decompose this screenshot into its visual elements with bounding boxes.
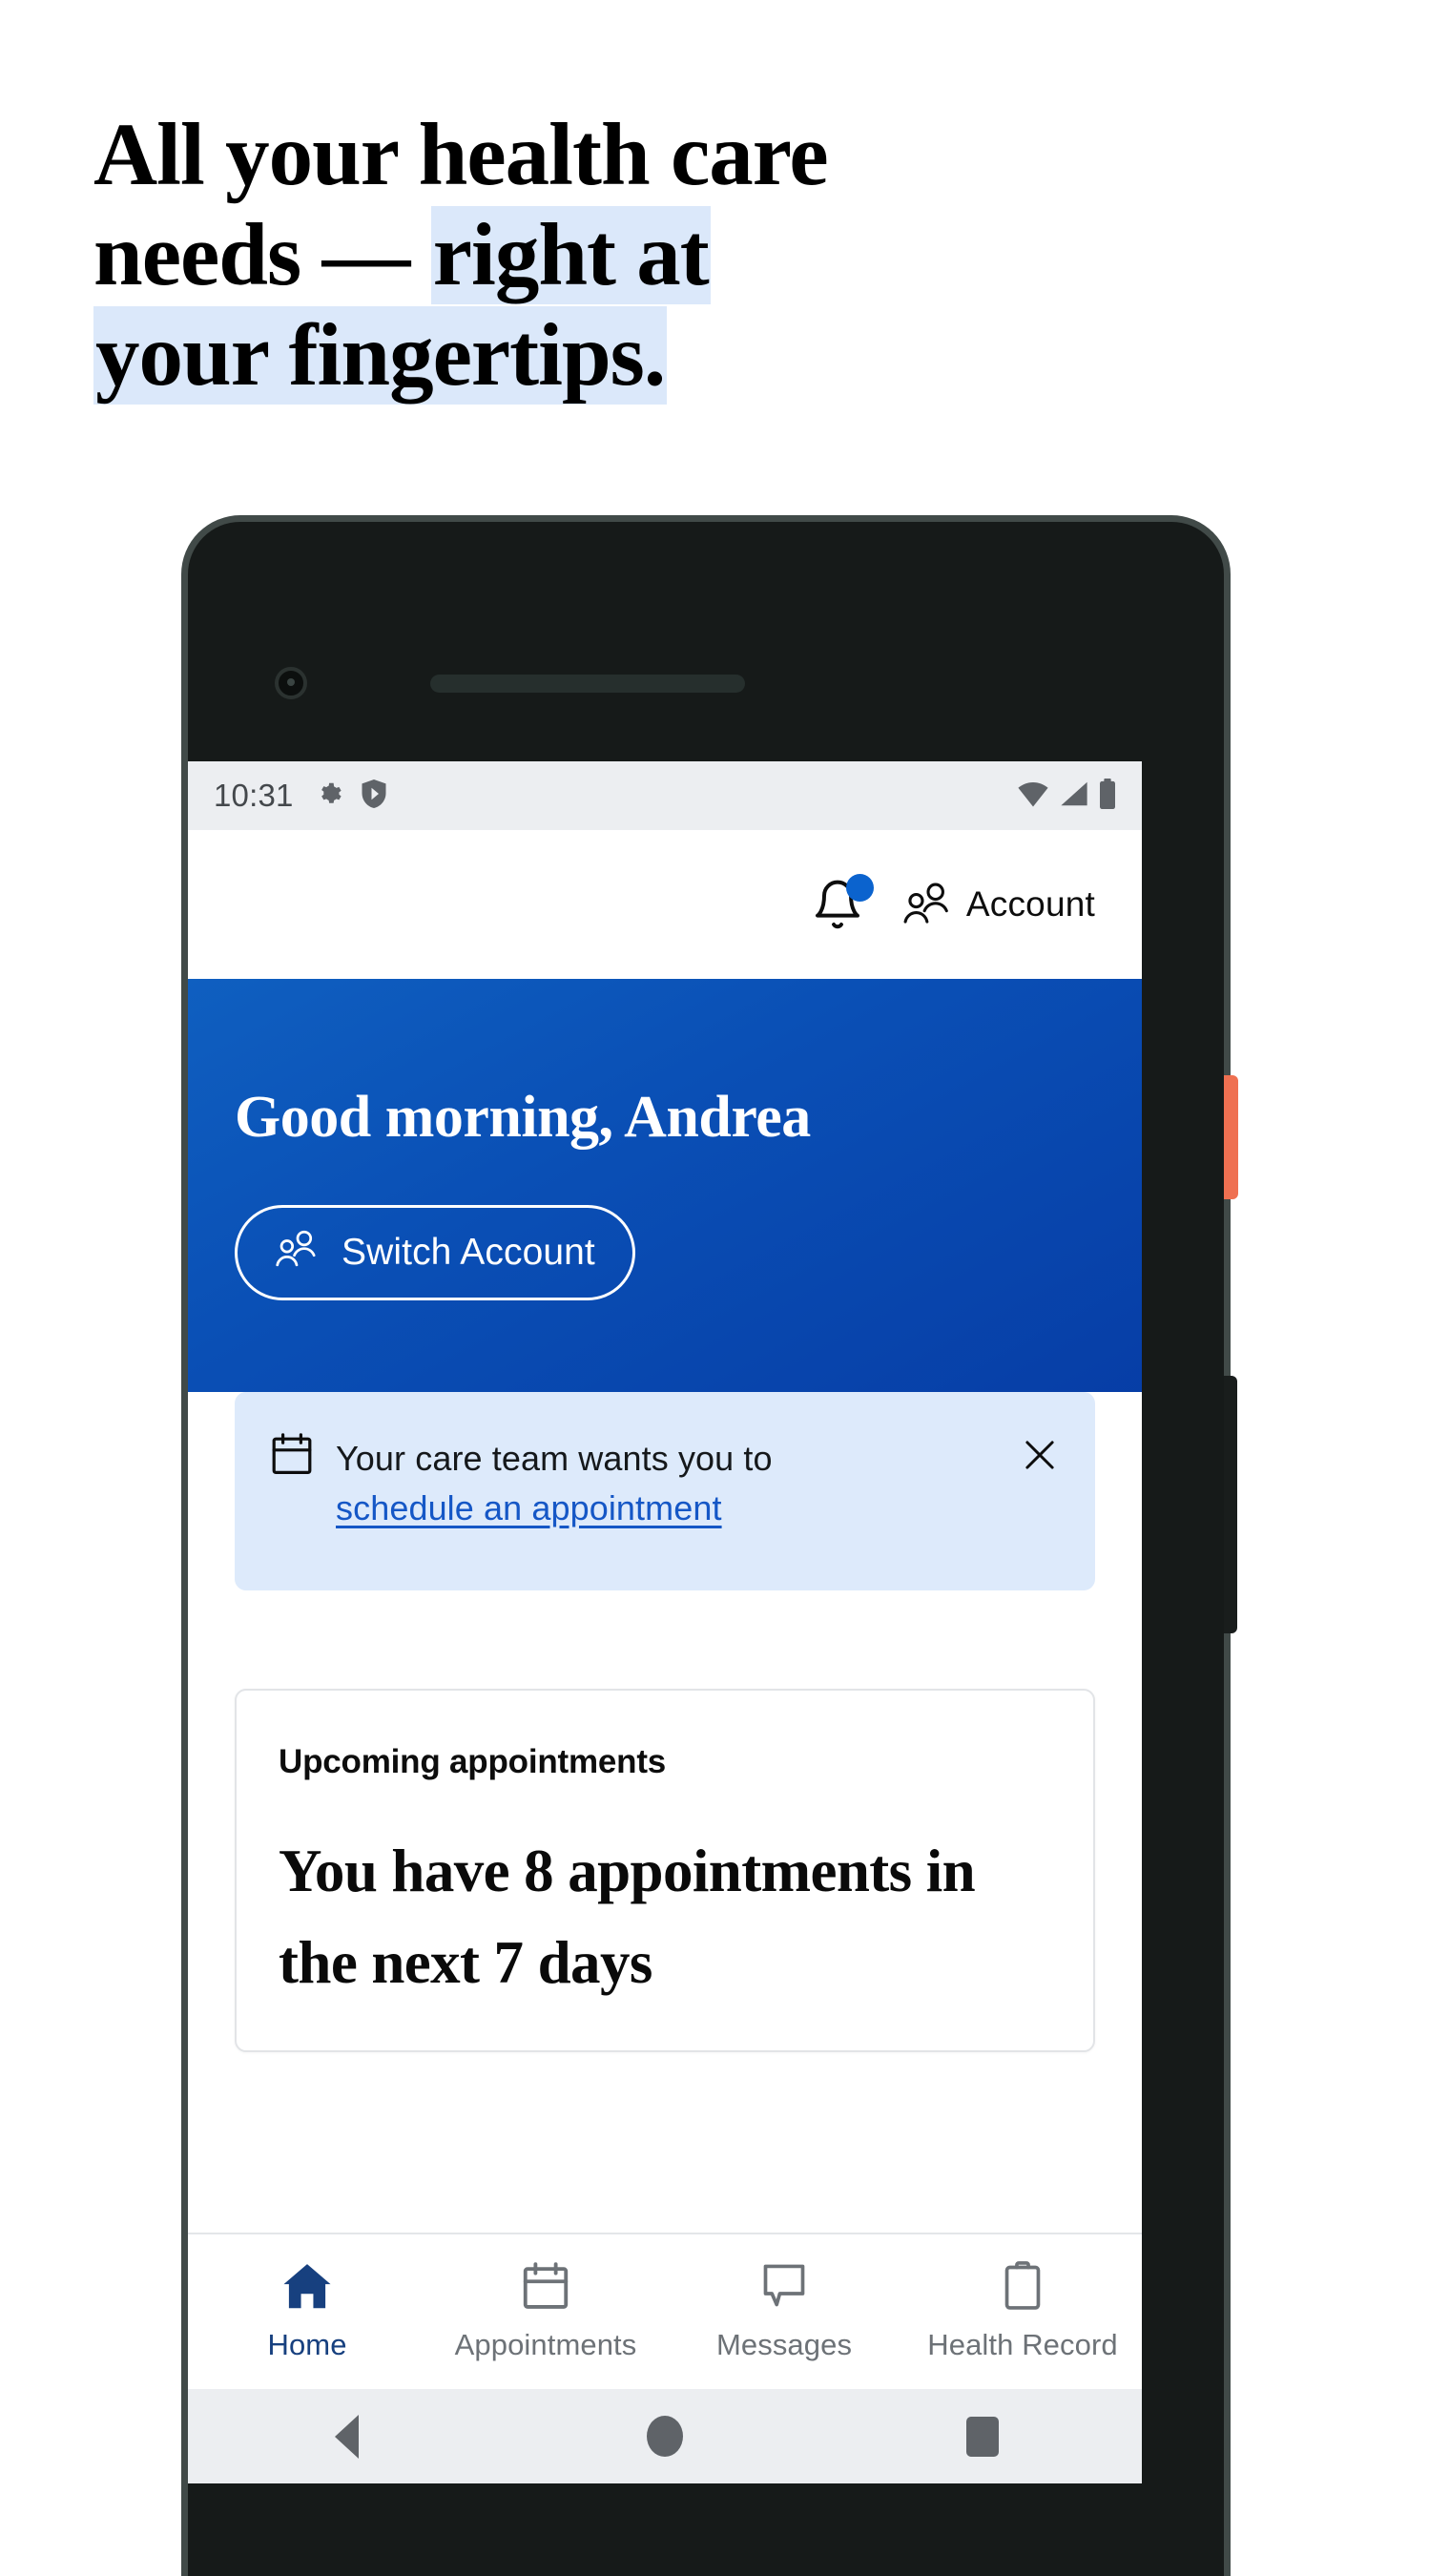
nav-item-appointments[interactable]: Appointments [426,2261,665,2362]
close-icon [1020,1435,1060,1480]
calendar-icon [271,1432,313,1481]
nav-label-home: Home [267,2328,347,2361]
people-icon [902,880,954,930]
shield-icon [361,779,387,813]
wifi-icon [1017,779,1049,813]
notification-badge-dot [845,874,874,902]
care-team-banner: Your care team wants you to schedule an … [235,1392,1095,1590]
front-camera-icon [275,667,307,699]
app-top-bar: Account [188,830,1142,979]
banner-message: Your care team wants you to [336,1439,773,1478]
headline-line-2-plain: needs — [93,206,431,304]
back-triangle-icon [335,2414,360,2459]
phone-screen: 10:31 Account Good morning, Andrea Switc… [188,761,1142,2483]
headline-line-3: your fingertips. [93,305,1095,405]
headline-line-1: All your health care [93,106,829,204]
android-recents-button[interactable] [824,2416,1142,2457]
switch-account-label: Switch Account [342,1232,595,1273]
power-button[interactable] [1224,1075,1238,1199]
upcoming-appointments-card[interactable]: Upcoming appointments You have 8 appoint… [235,1689,1095,2052]
android-home-button[interactable] [506,2416,823,2457]
people-icon [275,1228,321,1278]
home-icon [281,2261,333,2316]
calendar-icon [522,2261,569,2316]
android-navigation-bar [188,2389,1142,2483]
status-bar-time: 10:31 [214,778,294,813]
android-back-button[interactable] [188,2414,506,2459]
battery-icon [1099,778,1116,814]
earpiece-speaker [430,675,745,693]
cell-signal-icon [1060,779,1088,813]
clipboard-icon [1001,2261,1045,2316]
bell-icon [811,880,864,935]
volume-rocker-button[interactable] [1224,1376,1237,1633]
promo-headline: All your health care needs — right at yo… [93,105,1095,405]
nav-item-home[interactable]: Home [188,2261,426,2362]
nav-item-health-record[interactable]: Health Record [903,2261,1142,2362]
bottom-navigation-bar: Home Appointments Messages Health Record [188,2233,1142,2389]
schedule-appointment-link[interactable]: schedule an appointment [336,1484,722,1533]
gear-icon [315,779,343,813]
headline-line-2-highlight: right at [430,206,711,304]
account-button[interactable]: Account [902,880,1095,930]
greeting-text: Good morning, Andrea [235,1085,811,1150]
nav-label-appointments: Appointments [454,2328,637,2361]
home-circle-icon [646,2416,683,2457]
account-label: Account [965,884,1095,924]
card-eyebrow-label: Upcoming appointments [279,1743,667,1780]
banner-text: Your care team wants you to schedule an … [336,1432,994,1533]
nav-label-health-record: Health Record [927,2328,1118,2361]
switch-account-button[interactable]: Switch Account [235,1205,635,1300]
promo-screenshot: All your health care needs — right at yo… [0,0,1449,2576]
recents-square-icon [966,2416,1000,2457]
phone-mockup: 10:31 Account Good morning, Andrea Switc… [181,515,1238,2576]
message-bubble-icon [759,2261,809,2316]
headline-line-3-highlight: your fingertips. [93,306,668,405]
notifications-button[interactable] [811,874,874,931]
card-headline: You have 8 appointments in the next 7 da… [279,1838,976,1996]
headline-line-2: needs — right at [93,205,1095,305]
android-status-bar: 10:31 [188,761,1142,830]
nav-label-messages: Messages [715,2328,853,2361]
nav-item-messages[interactable]: Messages [665,2261,903,2362]
banner-close-button[interactable] [1017,1434,1063,1480]
